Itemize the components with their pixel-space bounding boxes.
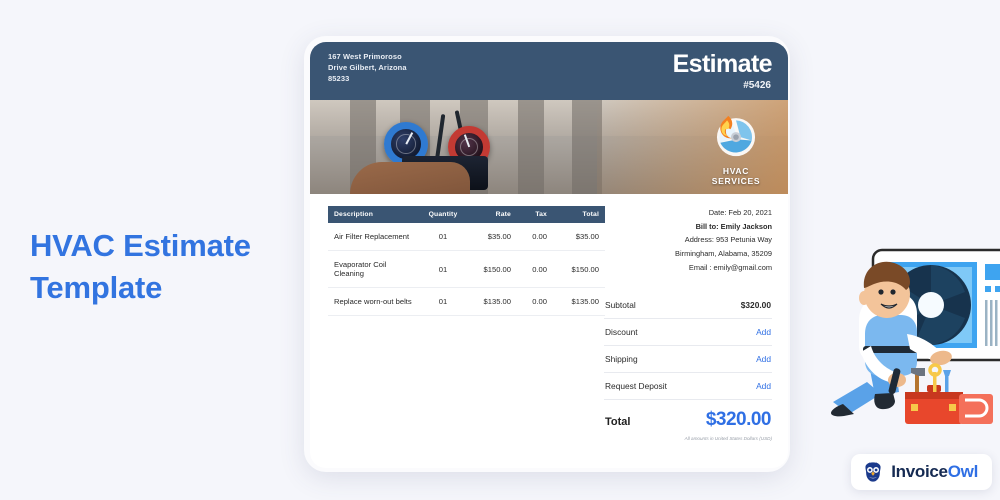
page-title: HVAC Estimate Template [30, 228, 251, 305]
client-email: Email : emily@gmail.com [688, 262, 772, 272]
cell-quantity: 01 [421, 223, 465, 251]
grand-total-row: Total $320.00 [604, 400, 772, 433]
table-row: Evaporator Coil Cleaning 01 $150.00 0.00… [328, 250, 605, 288]
hvac-technician-illustration [815, 242, 1000, 427]
client-address-line2: Birmingham, Alabama, 35209 [675, 249, 772, 259]
cell-rate: $150.00 [465, 250, 517, 288]
line-items-table: Description Quantity Rate Tax Total Air … [328, 206, 605, 316]
document-number: #5426 [743, 80, 771, 91]
table-body: Air Filter Replacement 01 $35.00 0.00 $3… [328, 223, 605, 316]
cell-tax: 0.00 [517, 287, 553, 316]
cell-total: $35.00 [553, 223, 605, 251]
cell-rate: $35.00 [465, 223, 517, 251]
technician-hand [350, 162, 470, 194]
column-header-rate: Rate [465, 206, 517, 223]
column-header-tax: Tax [517, 206, 553, 223]
request-deposit-label: Request Deposit [605, 381, 667, 391]
cell-total: $135.00 [553, 287, 605, 316]
totals-panel: Subtotal $320.00 Discount Add Shipping A… [604, 292, 772, 441]
technician-svg [831, 248, 1000, 424]
cell-quantity: 01 [421, 250, 465, 288]
total-label: Total [605, 416, 631, 428]
hvac-logo-label: HVAC SERVICES [711, 166, 761, 186]
column-header-total: Total [553, 206, 605, 223]
hvac-services-logo: HVAC SERVICES [698, 108, 774, 186]
request-deposit-row: Request Deposit Add [604, 373, 772, 400]
add-shipping-link[interactable]: Add [756, 354, 771, 364]
subtotal-row: Subtotal $320.00 [604, 292, 772, 319]
brand-text-invoice: Invoice [891, 462, 948, 481]
brand-text: InvoiceOwl [891, 462, 978, 482]
total-value: $320.00 [705, 409, 772, 430]
table-row: Air Filter Replacement 01 $35.00 0.00 $3… [328, 223, 605, 251]
shipping-row: Shipping Add [604, 346, 772, 373]
cell-tax: 0.00 [517, 223, 553, 251]
photo-building-slat [518, 100, 544, 194]
cell-total: $150.00 [553, 250, 605, 288]
brand-text-owl: Owl [947, 462, 979, 481]
estimate-date: Date: Feb 20, 2021 [708, 208, 772, 217]
hvac-photo-banner: HVAC SERVICES [310, 100, 788, 194]
shipping-label: Shipping [605, 354, 638, 364]
table-row: Replace worn-out belts 01 $135.00 0.00 $… [328, 287, 605, 316]
cell-description: Air Filter Replacement [328, 223, 421, 251]
client-meta: Date: Feb 20, 2021 Bill to: Emily Jackso… [604, 206, 772, 274]
invoice-owl-brand-badge[interactable]: InvoiceOwl [851, 454, 992, 490]
subtotal-label: Subtotal [605, 300, 636, 310]
table-header-row: Description Quantity Rate Tax Total [328, 206, 605, 223]
add-discount-link[interactable]: Add [756, 327, 771, 337]
bill-to: Bill to: Emily Jackson [695, 221, 772, 231]
estimate-document: 167 West Primoroso Drive Gilbert, Arizon… [310, 42, 788, 468]
currency-disclaimer: All amounts in United States Dollars (US… [684, 436, 772, 441]
cell-quantity: 01 [421, 287, 465, 316]
gauge-dial [460, 138, 478, 156]
subtotal-value: $320.00 [740, 300, 771, 310]
discount-label: Discount [605, 327, 638, 337]
discount-row: Discount Add [604, 319, 772, 346]
document-body: Description Quantity Rate Tax Total Air … [310, 194, 788, 441]
table-header: Description Quantity Rate Tax Total [328, 206, 605, 223]
document-header: 167 West Primoroso Drive Gilbert, Arizon… [310, 42, 788, 100]
owl-icon [865, 462, 881, 482]
add-deposit-link[interactable]: Add [756, 381, 771, 391]
column-header-description: Description [328, 206, 421, 223]
cell-rate: $135.00 [465, 287, 517, 316]
document-title: Estimate [672, 50, 773, 78]
column-header-quantity: Quantity [421, 206, 465, 223]
client-address-line1: Address: 953 Petunia Way [684, 235, 772, 245]
cell-tax: 0.00 [517, 250, 553, 288]
cell-description: Evaporator Coil Cleaning [328, 250, 421, 288]
hvac-logo-mark [716, 115, 756, 157]
cell-description: Replace worn-out belts [328, 287, 421, 316]
